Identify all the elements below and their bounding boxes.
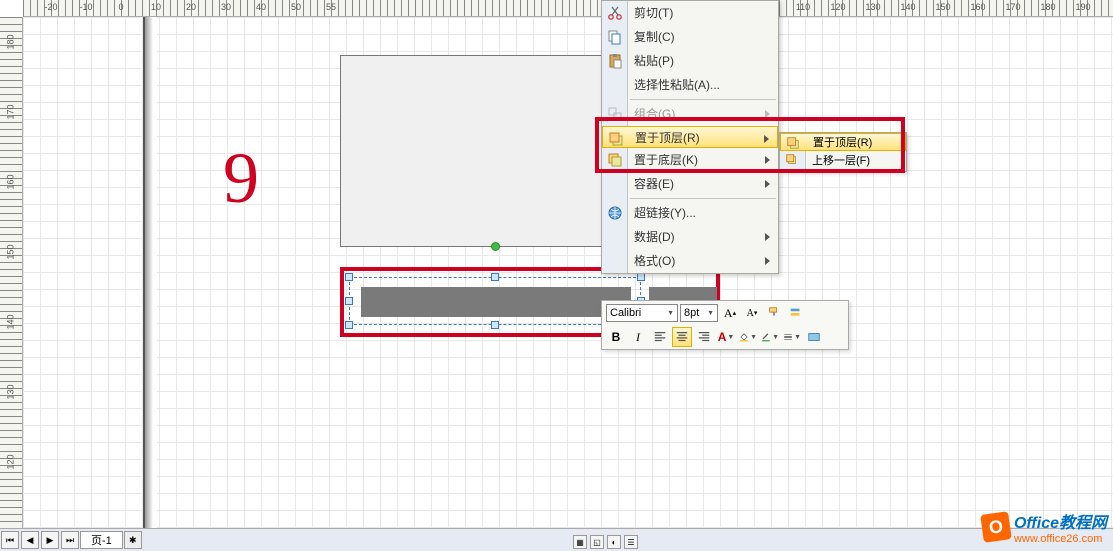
cut-icon [607, 5, 623, 21]
horizontal-ruler-labels: -20 -10 0 10 20 30 40 50 55 110 120 130 … [23, 0, 1113, 17]
menu-paste-special[interactable]: 选择性粘贴(A)... [602, 73, 778, 97]
selected-bar-shape[interactable] [361, 287, 631, 317]
nav-first-button[interactable]: ⏮ [1, 531, 19, 549]
dropdown-icon: ▼ [727, 334, 734, 341]
font-color-button[interactable]: A▼ [716, 327, 736, 347]
menu-separator [630, 198, 776, 199]
copy-icon [607, 29, 623, 45]
watermark-url: www.office26.com [1014, 533, 1107, 545]
annotation-red-box-menu [595, 117, 905, 173]
grow-font-button[interactable]: A▴ [720, 303, 740, 323]
resize-handle-w[interactable] [345, 297, 353, 305]
menu-separator [630, 99, 776, 100]
font-name-selector[interactable]: Calibri▼ [606, 304, 678, 322]
menu-format[interactable]: 格式(O) [602, 249, 778, 273]
dropdown-icon: ▼ [750, 334, 757, 341]
shrink-font-button[interactable]: A▾ [742, 303, 762, 323]
align-right-button[interactable] [694, 327, 714, 347]
font-size-selector[interactable]: 8pt▼ [680, 304, 718, 322]
styles-button[interactable] [786, 303, 806, 323]
format-painter-button[interactable] [764, 303, 784, 323]
line-style-button[interactable]: ▼ [782, 327, 802, 347]
dropdown-icon: ▼ [794, 334, 801, 341]
align-left-button[interactable] [650, 327, 670, 347]
menu-container[interactable]: 容器(E) [602, 172, 778, 196]
status-tray: ▦ ◱ ◐ ☰ [573, 535, 638, 549]
menu-copy[interactable]: 复制(C) [602, 25, 778, 49]
resize-handle-ne[interactable] [637, 273, 645, 281]
dropdown-icon: ▼ [772, 334, 779, 341]
dropdown-icon: ▼ [667, 310, 674, 317]
resize-handle-s[interactable] [491, 321, 499, 329]
menu-hyperlink[interactable]: 超链接(Y)... [602, 201, 778, 225]
annotation-number: 9 [223, 137, 259, 220]
tray-icon-4[interactable]: ☰ [624, 535, 638, 549]
nav-last-button[interactable]: ⏭ [61, 531, 79, 549]
mini-toolbar: Calibri▼ 8pt▼ A▴ A▾ B I A▼ ▼ ▼ ▼ [601, 300, 849, 350]
watermark-title: Office教程网 [1014, 509, 1107, 533]
tray-icon-3[interactable]: ◐ [607, 535, 621, 549]
rotation-handle[interactable] [491, 242, 500, 251]
menu-data[interactable]: 数据(D) [602, 225, 778, 249]
quick-styles-button[interactable] [804, 327, 824, 347]
paste-icon [607, 53, 623, 69]
watermark-badge-icon: O [980, 511, 1012, 543]
watermark: O Office教程网 www.office26.com [982, 509, 1107, 545]
submenu-arrow-icon [765, 180, 770, 188]
italic-button[interactable]: I [628, 327, 648, 347]
nav-next-button[interactable]: ▶ [41, 531, 59, 549]
drawing-canvas[interactable]: 9 [23, 17, 1113, 528]
menu-paste[interactable]: 粘贴(P) [602, 49, 778, 73]
bold-button[interactable]: B [606, 327, 626, 347]
page-tab[interactable]: 页-1 [80, 531, 123, 549]
tray-icon-2[interactable]: ◱ [590, 535, 604, 549]
dropdown-icon: ▼ [707, 310, 714, 317]
resize-handle-n[interactable] [491, 273, 499, 281]
resize-handle-nw[interactable] [345, 273, 353, 281]
submenu-arrow-icon [765, 257, 770, 265]
submenu-arrow-icon [765, 233, 770, 241]
tray-icon-1[interactable]: ▦ [573, 535, 587, 549]
new-page-button[interactable]: ✱ [124, 531, 142, 549]
rectangle-shape[interactable] [340, 55, 626, 247]
fill-color-button[interactable]: ▼ [738, 327, 758, 347]
hyperlink-icon [607, 205, 623, 221]
nav-prev-button[interactable]: ◀ [21, 531, 39, 549]
vertical-ruler-labels: 180 170 160 150 140 130 120 [0, 17, 23, 528]
line-color-button[interactable]: ▼ [760, 327, 780, 347]
menu-cut[interactable]: 剪切(T) [602, 1, 778, 25]
status-bar: ⏮ ◀ ▶ ⏭ 页-1 ✱ [0, 528, 1113, 551]
align-center-button[interactable] [672, 327, 692, 347]
resize-handle-sw[interactable] [345, 321, 353, 329]
page-edge [143, 17, 157, 528]
